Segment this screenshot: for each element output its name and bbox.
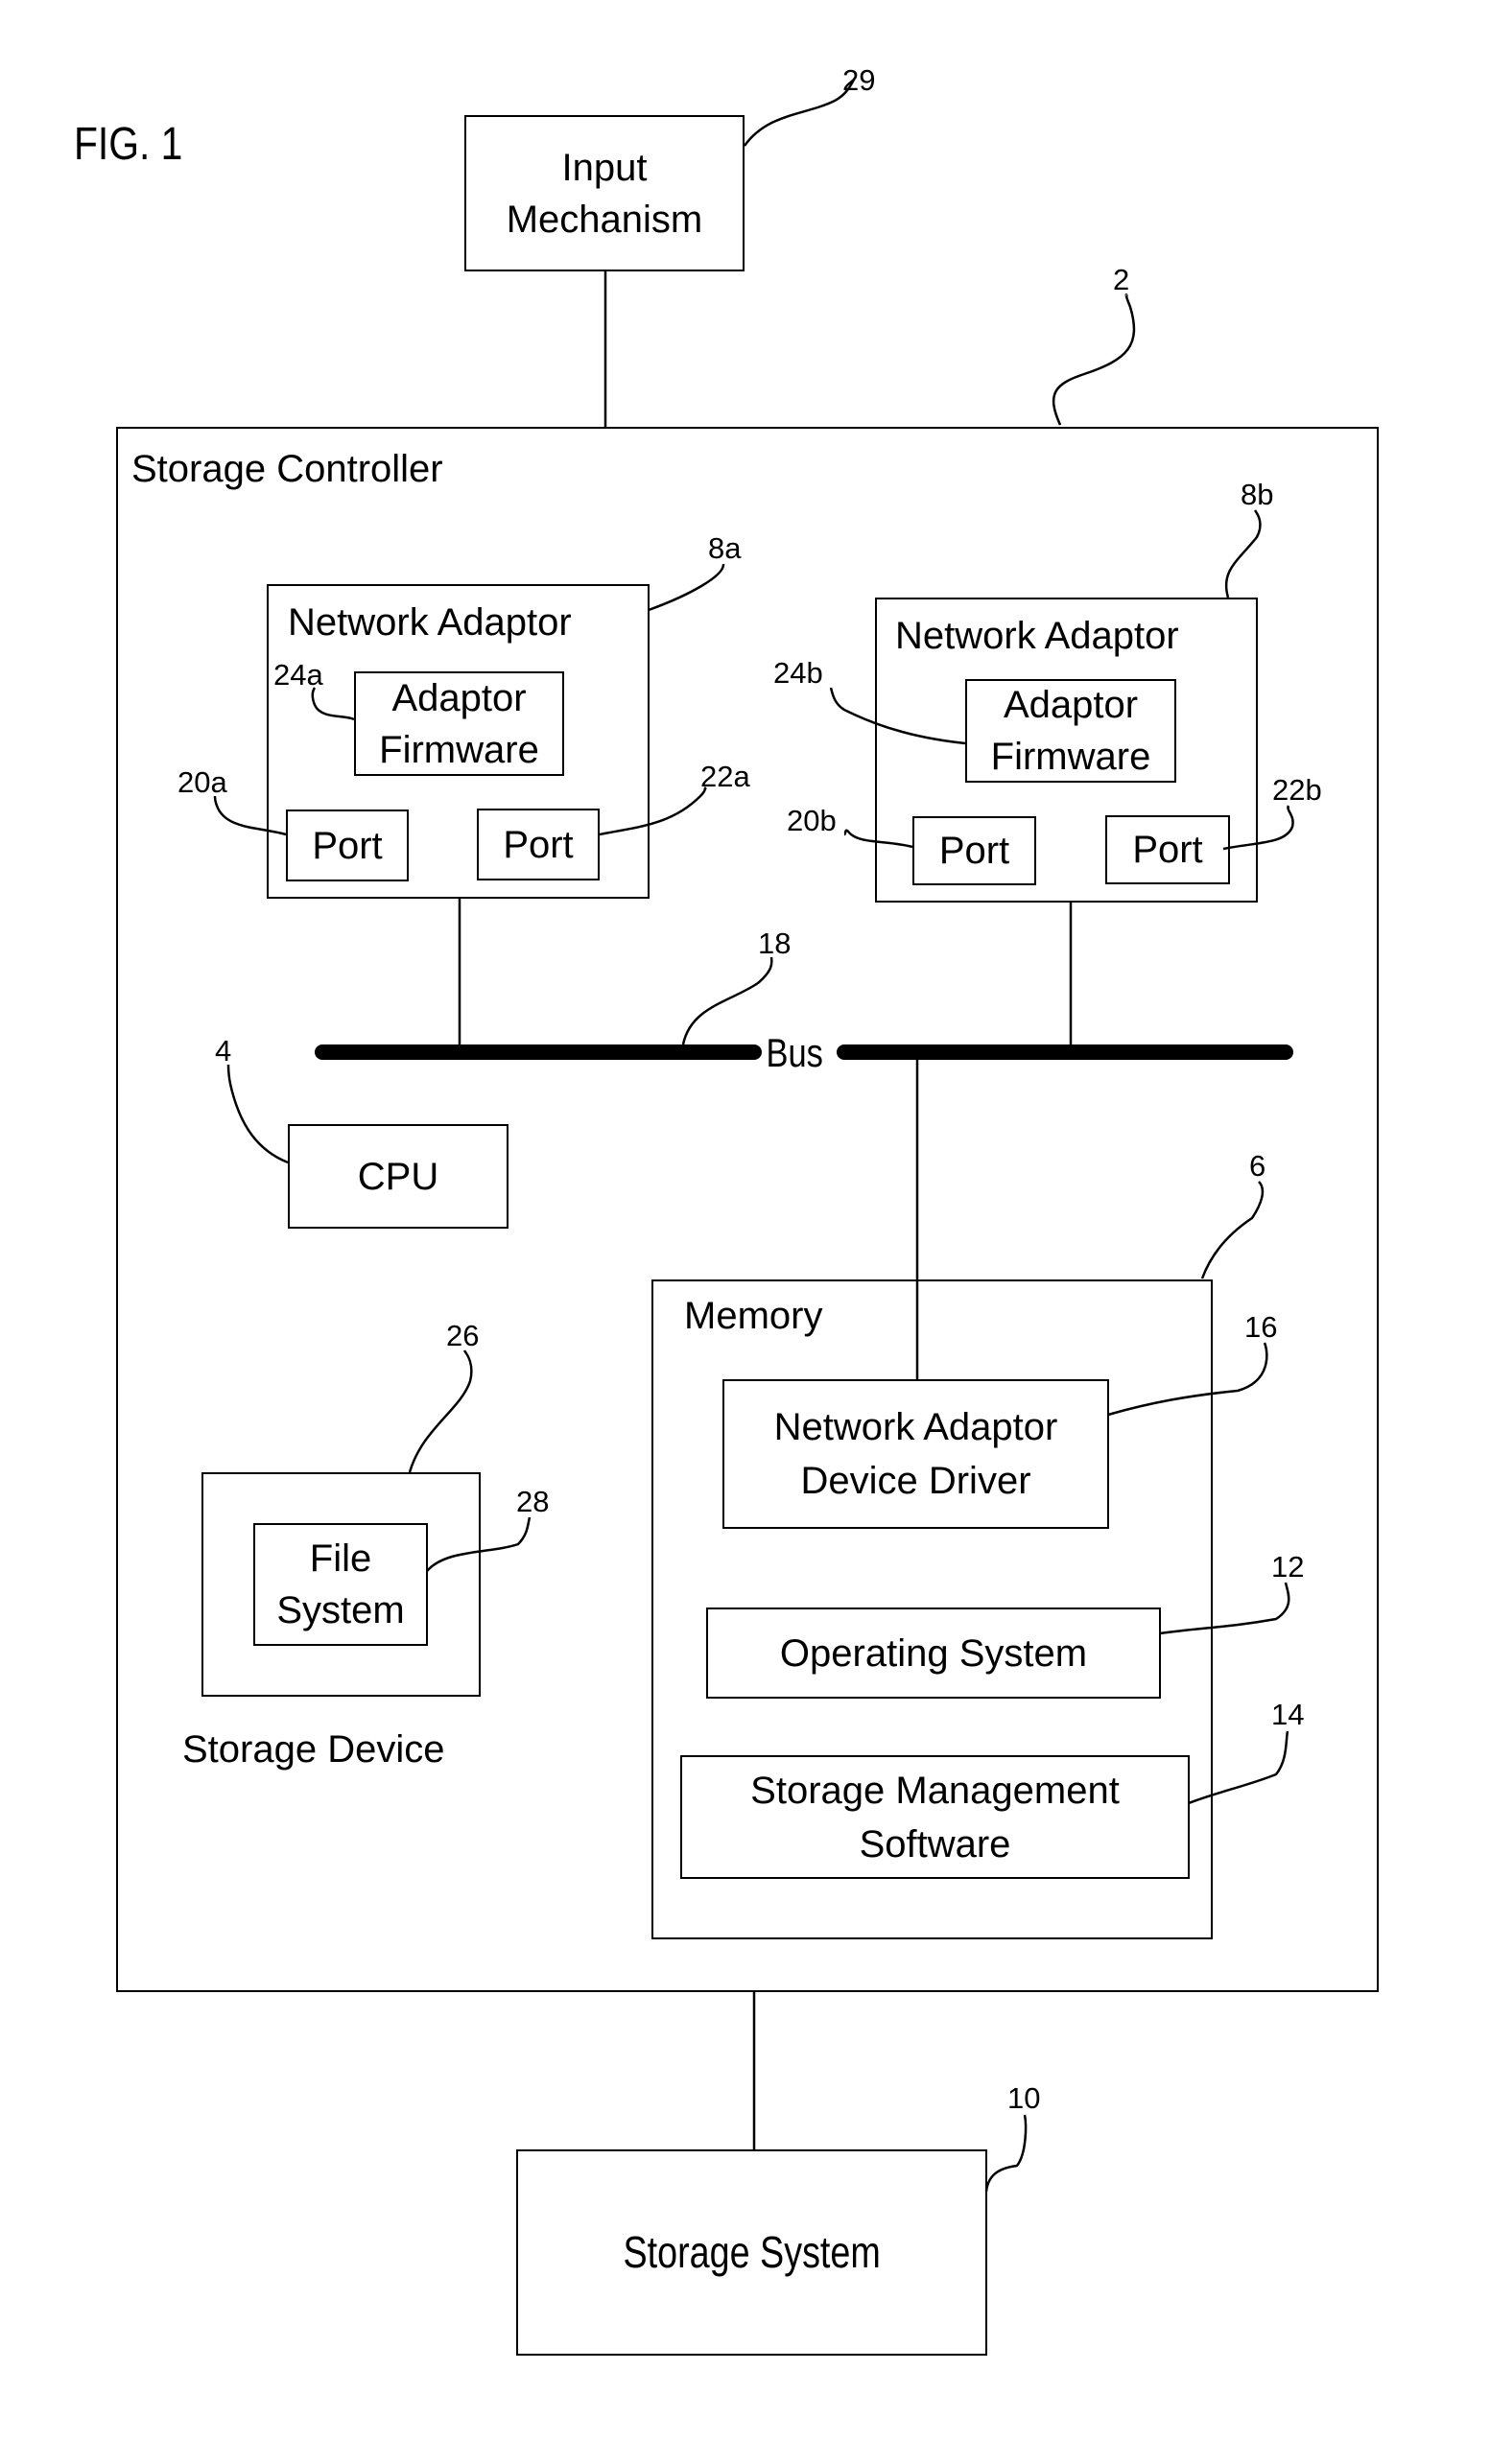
storage-management-line2: Software: [859, 1822, 1011, 1866]
adaptor-firmware-b-line1: Adaptor: [1003, 684, 1139, 726]
adaptor-firmware-a-line1: Adaptor: [391, 676, 527, 719]
device-driver-block: Network Adaptor Device Driver: [722, 1379, 1109, 1529]
figure-title: FIG. 1: [74, 119, 183, 170]
port-b-left: Port: [912, 816, 1036, 885]
ref-20b: 20b: [787, 804, 837, 837]
port-a-left: Port: [286, 810, 409, 881]
ref-4: 4: [215, 1034, 232, 1068]
ref-16: 16: [1244, 1310, 1278, 1344]
device-driver-line1: Network Adaptor: [773, 1406, 1058, 1448]
leader-29: [743, 76, 858, 147]
input-mechanism-block: Input Mechanism: [464, 115, 745, 271]
input-mechanism-label-line1: Input: [561, 146, 648, 189]
storage-device-label: Storage Device: [182, 1728, 445, 1771]
ref-8a: 8a: [708, 531, 742, 565]
storage-system-label: Storage System: [623, 2227, 881, 2278]
adaptor-firmware-a-line2: Firmware: [379, 728, 539, 771]
memory-label: Memory: [684, 1295, 823, 1337]
ref-24a: 24a: [273, 658, 323, 692]
file-system-line1: File: [309, 1537, 372, 1580]
network-adaptor-a-label: Network Adaptor: [288, 601, 572, 644]
ref-8b: 8b: [1241, 478, 1274, 511]
port-b-right: Port: [1105, 815, 1230, 884]
ref-24b: 24b: [773, 656, 823, 690]
ref-10: 10: [1007, 2081, 1041, 2115]
storage-controller-label: Storage Controller: [131, 448, 443, 490]
port-a-right: Port: [477, 809, 600, 880]
operating-system-block: Operating System: [706, 1607, 1161, 1699]
ref-2: 2: [1113, 263, 1130, 296]
leader-10: [984, 2114, 1028, 2193]
ref-28: 28: [516, 1485, 550, 1518]
storage-management-block: Storage Management Software: [680, 1755, 1190, 1879]
leader-2: [1052, 293, 1136, 426]
adaptor-firmware-b-block: Adaptor Firmware: [965, 679, 1176, 783]
file-system-block: File System: [253, 1523, 428, 1646]
storage-management-line1: Storage Management: [750, 1769, 1120, 1812]
ref-29: 29: [842, 63, 876, 97]
ref-20a: 20a: [177, 765, 227, 799]
adaptor-firmware-b-line2: Firmware: [990, 736, 1151, 778]
device-driver-line2: Device Driver: [800, 1460, 1031, 1502]
ref-14: 14: [1271, 1698, 1305, 1731]
network-adaptor-b-label: Network Adaptor: [895, 615, 1179, 657]
ref-22a: 22a: [700, 760, 750, 793]
ref-26: 26: [446, 1319, 480, 1352]
bus-label-text: Bus: [766, 1030, 823, 1075]
ref-22b: 22b: [1272, 773, 1322, 807]
ref-18: 18: [758, 927, 792, 960]
ref-12: 12: [1271, 1550, 1305, 1584]
bus-label: Bus: [760, 1033, 829, 1073]
ref-6: 6: [1249, 1149, 1266, 1183]
adaptor-firmware-a-block: Adaptor Firmware: [354, 671, 564, 776]
input-mechanism-label-line2: Mechanism: [506, 198, 703, 241]
file-system-line2: System: [276, 1589, 405, 1631]
cpu-block: CPU: [288, 1124, 508, 1229]
storage-system-block: Storage System: [516, 2149, 987, 2356]
